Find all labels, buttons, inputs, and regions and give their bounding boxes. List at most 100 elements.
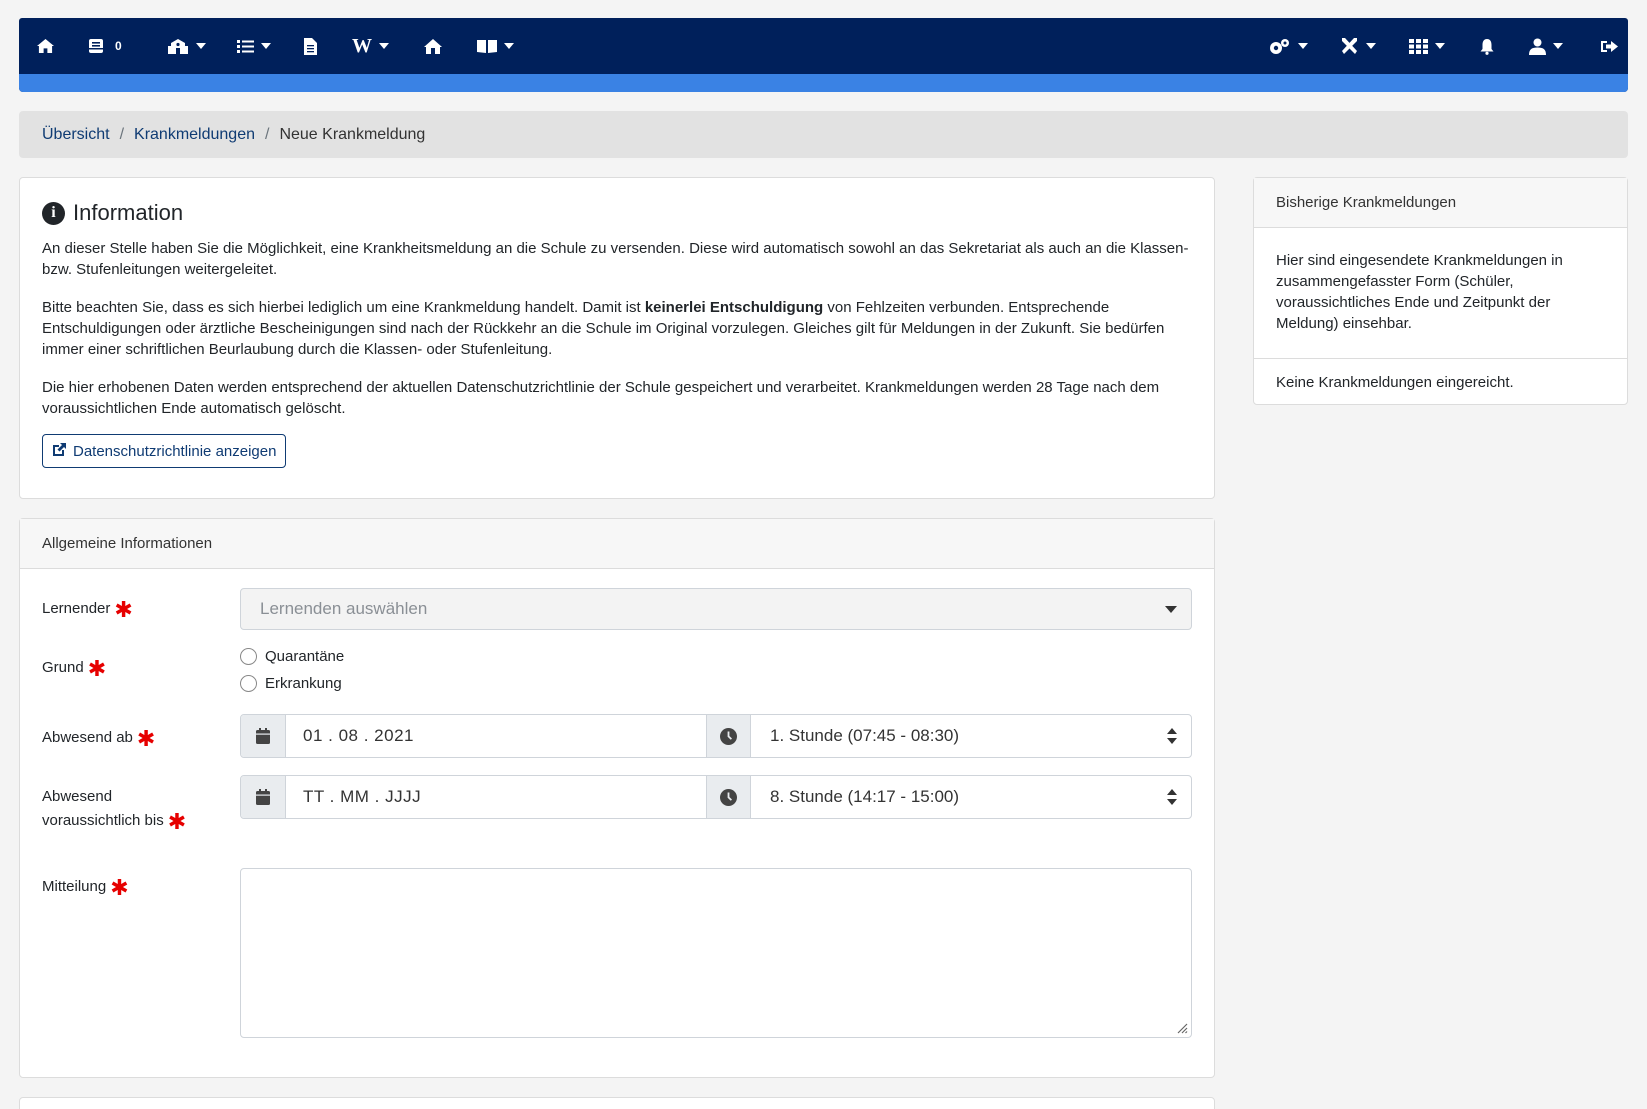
learner-select[interactable]: Lernenden auswählen	[240, 588, 1192, 630]
information-heading: i Information	[42, 200, 1192, 226]
settings-menu-button[interactable]	[1269, 18, 1308, 74]
breadcrumb-separator: /	[265, 125, 270, 143]
grid-icon	[1409, 38, 1428, 54]
info-paragraph-2: Bitte beachten Sie, dass es sich hierbei…	[42, 297, 1192, 360]
wikipedia-icon: W	[352, 34, 372, 57]
absent-until-date-input[interactable]: TT . MM . JJJJ	[286, 776, 706, 818]
general-information-form: Allgemeine Informationen Lernender ✱ Lern…	[19, 518, 1215, 1078]
top-navbar: 0 W	[19, 18, 1628, 92]
breadcrumb-current: Neue Krankmeldung	[279, 125, 426, 143]
previous-sick-notes-header: Bisherige Krankmeldungen	[1254, 178, 1627, 228]
required-asterisk-icon: ✱	[167, 809, 187, 834]
clock-icon	[706, 715, 751, 757]
home-icon[interactable]	[36, 18, 55, 74]
info-paragraph-3: Die hier erhobenen Daten werden entsprec…	[42, 379, 1160, 417]
absent-from-label-text: Abwesend ab	[42, 729, 133, 746]
absent-from-group: 01 . 08 . 2021 1. Stunde (07:45 - 08:30)	[240, 714, 1192, 758]
sort-arrows-icon	[1167, 789, 1177, 805]
cogs-icon	[1269, 38, 1291, 55]
learner-label-text: Lernender	[42, 600, 111, 617]
breadcrumb-sick-notes-link[interactable]: Krankmeldungen	[134, 126, 255, 144]
absent-from-period-select[interactable]: 1. Stunde (07:45 - 08:30)	[751, 715, 1191, 757]
chevron-down-icon	[196, 43, 206, 49]
learner-label: Lernender ✱	[42, 597, 133, 622]
absent-until-period-select[interactable]: 8. Stunde (14:17 - 15:00)	[751, 776, 1191, 818]
absent-from-date-input[interactable]: 01 . 08 . 2021	[286, 715, 706, 757]
absent-until-label-line-2: voraussichtlich bis	[42, 812, 164, 829]
user-icon	[1529, 38, 1546, 55]
absent-until-label: Abwesend voraussichtlich bis ✱	[42, 785, 186, 834]
calendar-icon	[241, 776, 286, 818]
breadcrumb: Übersicht / Krankmeldungen / Neue Krankm…	[19, 111, 1628, 158]
learner-select-placeholder: Lernenden auswählen	[260, 599, 428, 618]
breadcrumb-overview-link[interactable]: Übersicht	[42, 126, 110, 144]
inbox-button[interactable]: 0	[87, 18, 122, 74]
radio-circle-icon	[240, 675, 257, 692]
reason-option-illness[interactable]: Erkrankung	[240, 670, 344, 697]
privacy-policy-button[interactable]: Datenschutzrichtlinie anzeigen	[42, 434, 287, 468]
absent-until-period-value: 8. Stunde (14:17 - 15:00)	[770, 787, 960, 806]
required-asterisk-icon: ✱	[136, 726, 156, 751]
message-label: Mitteilung ✱	[42, 875, 129, 900]
chevron-down-icon	[379, 43, 389, 49]
external-link-icon	[52, 442, 67, 461]
required-asterisk-icon: ✱	[110, 875, 129, 900]
next-card	[19, 1097, 1215, 1109]
reason-label-text: Grund	[42, 659, 84, 676]
reason-label: Grund ✱	[42, 656, 106, 681]
wikipedia-menu-button[interactable]: W	[352, 18, 389, 74]
reason-radio-group: Quarantäne Erkrankung	[240, 643, 344, 697]
radio-circle-icon	[240, 648, 257, 665]
list-icon	[237, 39, 254, 54]
info-paragraph-2-bold: keinerlei Entschuldigung	[644, 299, 824, 316]
tools-menu-button[interactable]	[1340, 18, 1376, 74]
calendar-icon	[241, 715, 286, 757]
user-menu-button[interactable]	[1529, 18, 1563, 74]
privacy-policy-button-label: Datenschutzrichtlinie anzeigen	[73, 442, 277, 460]
logout-icon[interactable]	[1601, 18, 1618, 74]
sort-arrows-icon	[1167, 728, 1177, 744]
chevron-down-icon	[1298, 43, 1308, 49]
form-header: Allgemeine Informationen	[20, 519, 1214, 569]
info-circle-icon: i	[42, 201, 65, 225]
chevron-down-icon	[1553, 43, 1563, 49]
information-card: i Information An dieser Stelle haben Sie…	[19, 177, 1215, 499]
bell-icon[interactable]	[1480, 18, 1494, 74]
house-icon[interactable]	[423, 18, 443, 74]
chevron-down-icon	[261, 43, 271, 49]
message-textarea[interactable]	[240, 868, 1192, 1038]
absent-from-period-value: 1. Stunde (07:45 - 08:30)	[770, 726, 960, 745]
previous-sick-notes-description: Hier sind eingesendete Krankmeldungen in…	[1254, 228, 1627, 359]
reason-option-quarantine[interactable]: Quarantäne	[240, 643, 344, 670]
tools-icon	[1340, 37, 1359, 55]
chevron-down-icon	[504, 43, 514, 49]
message-label-text: Mitteilung	[42, 878, 107, 895]
absent-until-group: TT . MM . JJJJ 8. Stunde (14:17 - 15:00)	[240, 775, 1192, 819]
reason-option-label: Erkrankung	[265, 675, 342, 692]
apps-menu-button[interactable]	[1409, 18, 1445, 74]
inbox-icon	[87, 38, 105, 54]
school-menu-button[interactable]	[167, 18, 206, 74]
message-count-badge: 0	[115, 39, 122, 53]
required-asterisk-icon: ✱	[87, 656, 107, 681]
school-icon	[167, 38, 189, 55]
document-icon[interactable]	[304, 18, 317, 74]
absent-until-label-line-1: Abwesend	[42, 788, 113, 805]
reason-option-label: Quarantäne	[265, 648, 345, 665]
book-icon	[477, 38, 497, 54]
book-menu-button[interactable]	[477, 18, 514, 74]
list-menu-button[interactable]	[237, 18, 271, 74]
information-title: Information	[73, 200, 184, 225]
breadcrumb-separator: /	[119, 125, 125, 143]
previous-sick-notes-empty: Keine Krankmeldungen eingereicht.	[1276, 373, 1514, 391]
previous-sick-notes-card: Bisherige Krankmeldungen Hier sind einge…	[1253, 177, 1628, 405]
required-asterisk-icon: ✱	[114, 597, 133, 622]
chevron-down-icon	[1435, 43, 1445, 49]
chevron-down-icon	[1165, 606, 1177, 613]
chevron-down-icon	[1366, 43, 1376, 49]
clock-icon	[706, 776, 751, 818]
info-paragraph-2-text: Bitte beachten Sie, dass es sich hierbei…	[42, 299, 645, 316]
absent-from-label: Abwesend ab ✱	[42, 726, 155, 751]
navbar-accent-bar	[19, 74, 1628, 92]
resize-handle-icon[interactable]	[1174, 1020, 1188, 1034]
